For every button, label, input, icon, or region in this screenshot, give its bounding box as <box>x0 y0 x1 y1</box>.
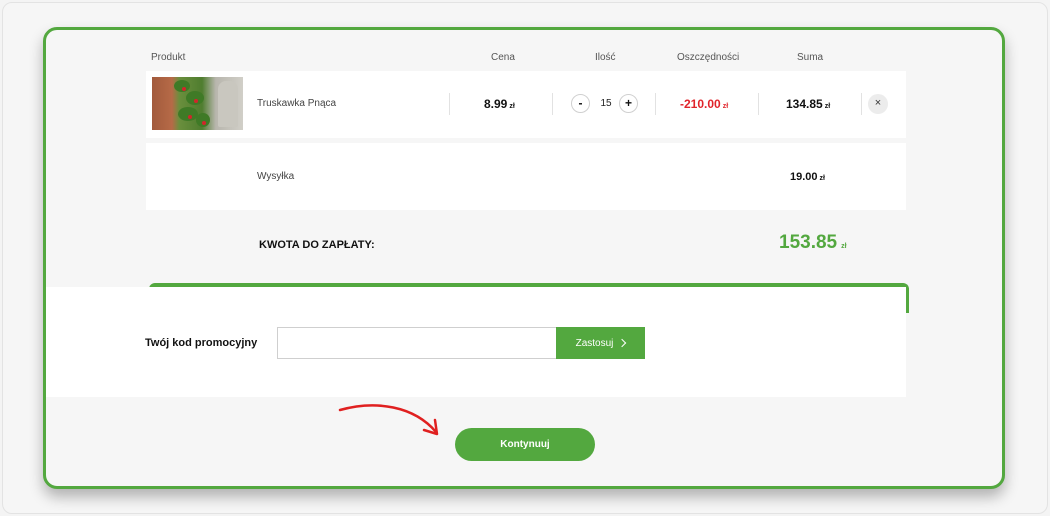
quantity-value[interactable]: 15 <box>598 98 614 109</box>
remove-item-button[interactable]: × <box>868 94 888 114</box>
close-icon: × <box>874 97 882 109</box>
column-divider <box>861 93 862 115</box>
cart-table-header: Produkt Cena Ilość Oszczędności Suma <box>46 52 1002 68</box>
column-divider <box>758 93 759 115</box>
column-divider <box>552 93 553 115</box>
product-name[interactable]: Truskawka Pnąca <box>257 98 336 109</box>
product-thumbnail[interactable] <box>152 77 243 130</box>
continue-button[interactable]: Kontynuuj <box>455 428 595 461</box>
product-price: 8.99 zł <box>484 97 515 111</box>
shipping-label: Wysyłka <box>257 171 295 182</box>
promo-code-label: Twój kod promocyjny <box>145 337 258 349</box>
apply-promo-button[interactable]: Zastosuj <box>556 327 645 359</box>
total-amount: 153.85 zł <box>779 232 847 253</box>
header-sum: Suma <box>797 52 824 63</box>
quantity-decrement-button[interactable]: - <box>571 94 590 113</box>
curved-arrow-icon <box>338 404 439 436</box>
apply-promo-label: Zastosuj <box>575 337 614 349</box>
product-savings: -210.00 zł <box>680 97 729 111</box>
header-quantity: Ilość <box>595 52 616 63</box>
column-divider <box>655 93 656 115</box>
shipping-row: Wysyłka 19.00 zł <box>146 143 906 210</box>
product-total: 134.85 zł <box>786 97 831 111</box>
promo-code-panel: Twój kod promocyjny Zastosuj <box>46 287 906 397</box>
header-savings: Oszczędności <box>677 52 740 63</box>
header-price: Cena <box>491 52 515 63</box>
cart-panel: Produkt Cena Ilość Oszczędności Suma Tru… <box>43 27 1005 489</box>
column-divider <box>449 93 450 115</box>
promo-code-input[interactable] <box>277 327 557 359</box>
shipping-price: 19.00 zł <box>790 171 825 183</box>
chevron-right-icon <box>618 338 627 348</box>
quantity-increment-button[interactable]: + <box>619 94 638 113</box>
header-product: Produkt <box>151 52 186 63</box>
total-label: KWOTA DO ZAPŁATY: <box>259 239 375 251</box>
cart-item-row: Truskawka Pnąca 8.99 zł - 15 + -210.00 zł … <box>146 71 906 138</box>
